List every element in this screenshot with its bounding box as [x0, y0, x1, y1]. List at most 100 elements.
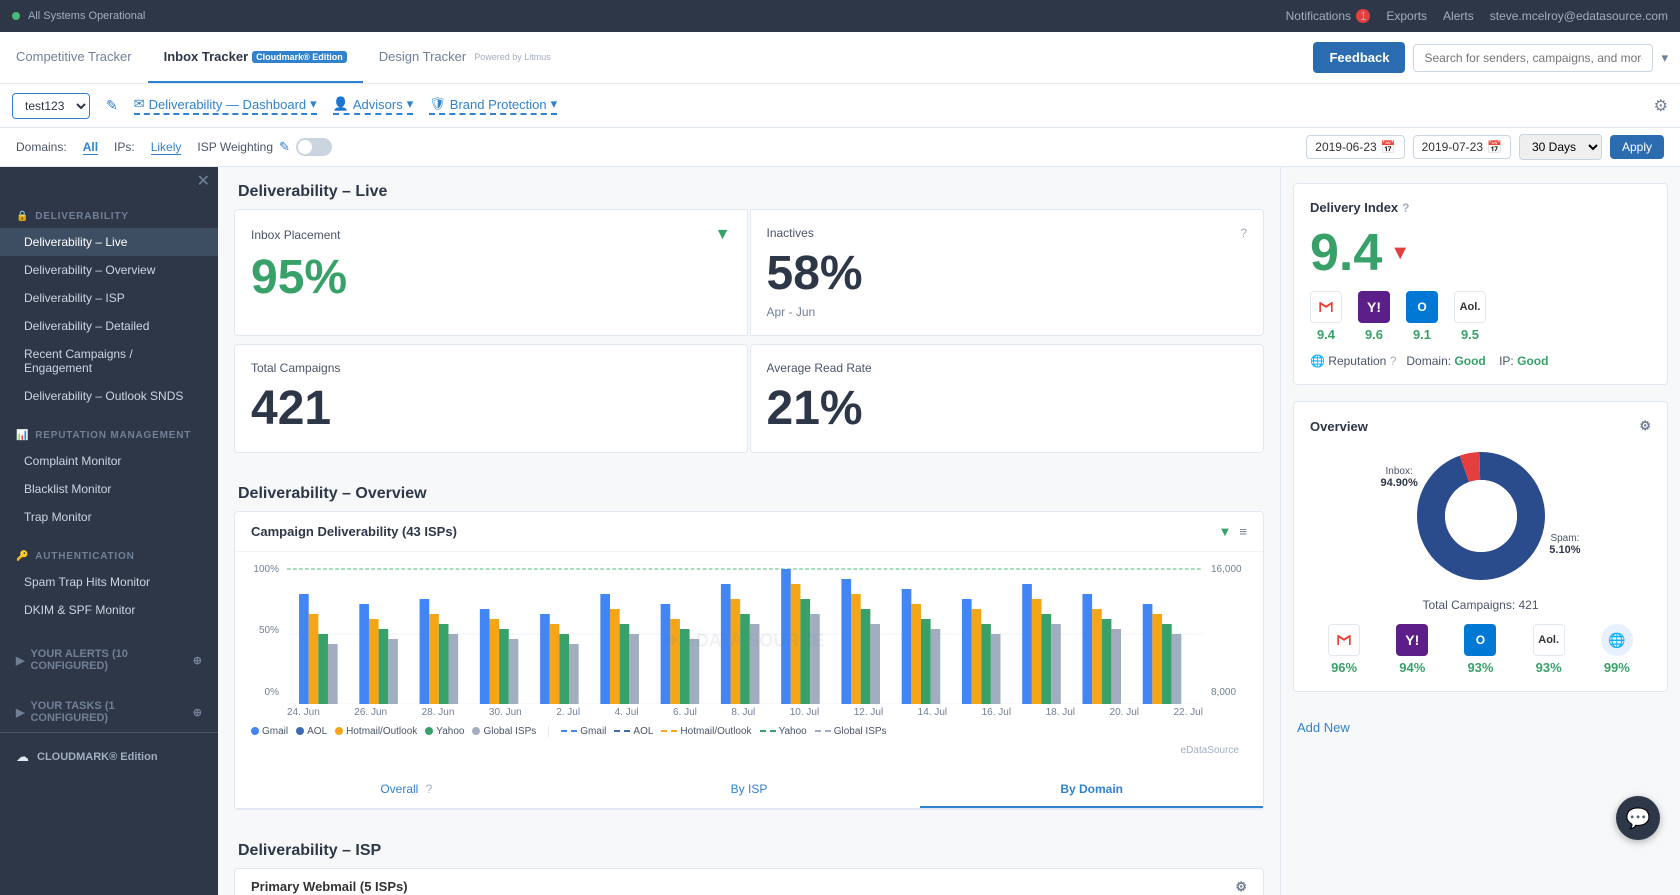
person-icon: 👤	[333, 96, 349, 112]
avg-read-rate-title: Average Read Rate	[767, 361, 1248, 375]
date-end-input[interactable]: 2019-07-23 📅	[1413, 135, 1511, 159]
yahoo-line-icon	[760, 730, 776, 732]
sidebar-item-dkim-spf[interactable]: DKIM & SPF Monitor	[0, 596, 218, 624]
sidebar-section-deliverability: 🔒 DELIVERABILITY Deliverability – Live D…	[0, 195, 218, 414]
inbox-label: Inbox: 94.90%	[1381, 466, 1418, 489]
sidebar-close-icon[interactable]: ✕	[197, 171, 210, 191]
days-select[interactable]: 30 Days	[1519, 134, 1602, 160]
tab-by-domain[interactable]: By Domain	[920, 772, 1263, 808]
domains-all[interactable]: All	[83, 140, 98, 155]
overview-outlook-pct: 93%	[1467, 660, 1493, 675]
shield-icon: 🛡	[429, 96, 446, 112]
overview-settings-icon[interactable]: ⚙	[1639, 418, 1651, 434]
status-text: All Systems Operational	[28, 10, 145, 22]
chart-filter-icon[interactable]: ▼	[1219, 524, 1232, 539]
isp-weighting-toggle[interactable]	[296, 138, 332, 156]
user-email[interactable]: steve.mcelroy@edatasource.com	[1490, 9, 1668, 23]
sidebar-item-blacklist-monitor[interactable]: Blacklist Monitor	[0, 475, 218, 503]
sidebar-item-deliverability-overview[interactable]: Deliverability – Overview	[0, 256, 218, 284]
gmail-bar-dot	[251, 727, 259, 735]
tab-by-isp[interactable]: By ISP	[578, 772, 921, 808]
add-new-button[interactable]: Add New	[1281, 708, 1680, 747]
add-task-icon[interactable]: ⊕	[193, 706, 202, 719]
tab-inbox-tracker[interactable]: Inbox Tracker Cloudmark® Edition	[148, 32, 363, 83]
domain-rep-value: Good	[1454, 354, 1485, 368]
tab-overall[interactable]: Overall ?	[235, 772, 578, 808]
search-input[interactable]	[1413, 44, 1653, 72]
sidebar-item-deliverability-isp[interactable]: Deliverability – ISP	[0, 284, 218, 312]
overall-help-icon[interactable]: ?	[426, 782, 433, 796]
campaign-chart-section: Campaign Deliverability (43 ISPs) ▼ ≡ 10…	[234, 511, 1264, 810]
calendar-end-icon[interactable]: 📅	[1487, 140, 1502, 154]
sidebar-tasks-group[interactable]: ▶ YOUR TASKS (1 CONFIGURED) ⊕	[0, 692, 218, 728]
legend-yahoo-bar: Yahoo	[425, 726, 464, 737]
inactives-help-icon[interactable]: ?	[1240, 226, 1247, 240]
sidebar-item-outlook-snds[interactable]: Deliverability – Outlook SNDS	[0, 382, 218, 410]
status-dot	[12, 12, 20, 20]
feedback-button[interactable]: Feedback	[1313, 42, 1405, 73]
exports-link[interactable]: Exports	[1386, 9, 1427, 23]
inbox-placement-title: Inbox Placement ▼	[251, 226, 731, 244]
sidebar-item-deliverability-live[interactable]: Deliverability – Live	[0, 228, 218, 256]
globe-rep-icon: 🌐	[1310, 354, 1325, 368]
donut-chart-wrap: Inbox: 94.90% Spam: 5.10%	[1310, 446, 1651, 586]
delivery-index-value: 9.4	[1310, 227, 1382, 279]
calendar-start-icon[interactable]: 📅	[1381, 140, 1396, 154]
sidebar-item-spam-trap[interactable]: Spam Trap Hits Monitor	[0, 568, 218, 596]
tab-competitive-tracker[interactable]: Competitive Tracker	[0, 32, 148, 83]
legend-gmail-line: Gmail	[561, 726, 606, 737]
rep-help-icon[interactable]: ?	[1390, 354, 1397, 368]
settings-icon[interactable]: ⚙	[1654, 96, 1668, 116]
sidebar-deliverability-header: 🔒 DELIVERABILITY	[0, 207, 218, 228]
edit-sender-icon[interactable]: ✎	[106, 97, 118, 114]
aol-score: 9.5	[1461, 327, 1479, 342]
envelope-icon: ✉	[134, 96, 145, 112]
chart-bottom-tabs: Overall ? By ISP By Domain	[235, 772, 1263, 809]
chart-menu-icon[interactable]: ≡	[1239, 524, 1247, 539]
tab-design-tracker[interactable]: Design Tracker Powered by Litmus	[363, 32, 567, 83]
add-alert-icon[interactable]: ⊕	[193, 654, 202, 667]
sidebar-alerts-group[interactable]: ▶ YOUR ALERTS (10 CONFIGURED) ⊕	[0, 640, 218, 676]
sidebar-item-deliverability-detailed[interactable]: Deliverability – Detailed	[0, 312, 218, 340]
apply-button[interactable]: Apply	[1610, 135, 1664, 159]
chat-bubble[interactable]: 💬	[1616, 796, 1660, 840]
legend-hotmail-bar: Hotmail/Outlook	[335, 726, 417, 737]
y-axis-right: 16,000 8,000	[1211, 564, 1247, 718]
sidebar-item-recent-campaigns[interactable]: Recent Campaigns / Engagement	[0, 340, 218, 382]
nav-brand-protection[interactable]: 🛡 Brand Protection ▾	[429, 96, 557, 115]
overview-aol-icon: Aol.	[1533, 624, 1565, 656]
isp-weighting-edit-icon[interactable]: ✎	[279, 139, 290, 155]
delivery-trend-icon: ▼	[1390, 242, 1410, 265]
date-start-input[interactable]: 2019-06-23 📅	[1306, 135, 1404, 159]
primary-webmail-settings-icon[interactable]: ⚙	[1235, 879, 1247, 895]
isp-score-aol: Aol. 9.5	[1454, 291, 1486, 342]
inbox-filter-icon[interactable]: ▼	[715, 226, 731, 244]
delivery-index-help-icon[interactable]: ?	[1402, 201, 1409, 215]
nav-deliverability[interactable]: ✉ Deliverability — Dashboard ▾	[134, 96, 317, 115]
search-dropdown-icon[interactable]: ▾	[1661, 50, 1668, 66]
overview-panel-title: Overview ⚙	[1310, 418, 1651, 434]
sender-select[interactable]: test123	[12, 93, 90, 119]
right-panel: Delivery Index ? 9.4 ▼ 9.4	[1280, 167, 1680, 895]
key-icon: 🔑	[16, 551, 29, 562]
primary-webmail-header: Primary Webmail (5 ISPs) ⚙	[234, 868, 1264, 895]
sidebar-authentication-header: 🔑 AUTHENTICATION	[0, 547, 218, 568]
global-bar-dot	[472, 727, 480, 735]
sidebar-item-complaint-monitor[interactable]: Complaint Monitor	[0, 447, 218, 475]
chart-legend: Gmail AOL Hotmail/Outlook Yahoo	[251, 718, 1247, 741]
x-labels: 24. Jun 26. Jun 28. Jun 30. Jun 2. Jul 4…	[287, 707, 1203, 718]
legend-aol-line: AOL	[614, 726, 653, 737]
notifications-link[interactable]: Notifications 1	[1286, 9, 1371, 23]
main-content: Deliverability – Live Inbox Placement ▼ …	[218, 167, 1280, 895]
gmail-score: 9.4	[1317, 327, 1335, 342]
ips-likely[interactable]: Likely	[151, 140, 182, 155]
alerts-link[interactable]: Alerts	[1443, 9, 1474, 23]
lock-icon: 🔒	[16, 211, 29, 222]
nav-advisors[interactable]: 👤 Advisors ▾	[333, 96, 414, 115]
sidebar-item-trap-monitor[interactable]: Trap Monitor	[0, 503, 218, 531]
delivery-index-panel: Delivery Index ? 9.4 ▼ 9.4	[1293, 183, 1668, 385]
gmail-icon	[1310, 291, 1342, 323]
total-campaigns-title: Total Campaigns	[251, 361, 731, 375]
outlook-score: 9.1	[1413, 327, 1431, 342]
live-cards-grid-2: Total Campaigns 421 Average Read Rate 21…	[218, 344, 1280, 469]
